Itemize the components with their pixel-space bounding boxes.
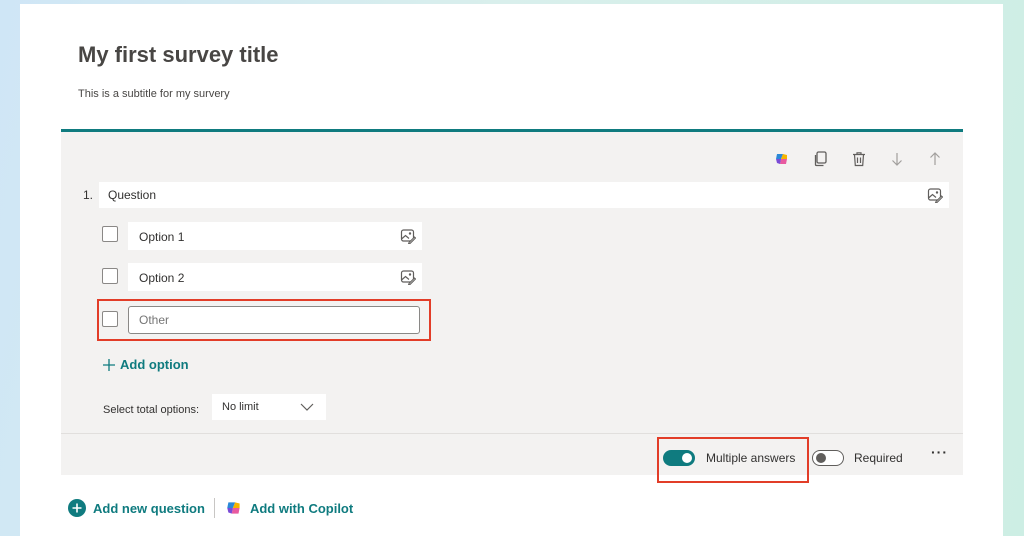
survey-title[interactable]: My first survey title <box>78 42 279 68</box>
highlight-multiple-answers <box>657 437 809 483</box>
option-1-checkbox[interactable] <box>102 226 118 242</box>
question-card[interactable]: 1. Question Option 1 Option 2 Other Add … <box>61 129 963 483</box>
copy-icon[interactable] <box>811 149 831 169</box>
option-1-media-icon[interactable] <box>400 228 417 245</box>
chevron-down-icon <box>300 403 314 411</box>
option-2-field[interactable]: Option 2 <box>128 263 422 291</box>
highlight-other-option <box>97 299 431 341</box>
survey-subtitle[interactable]: This is a subtitle for my survery <box>78 88 230 100</box>
add-with-copilot-label: Add with Copilot <box>249 500 354 516</box>
option-1-field[interactable]: Option 1 <box>128 222 422 250</box>
question-text: Question <box>108 188 157 202</box>
survey-canvas: My first survey title This is a subtitle… <box>20 4 1003 536</box>
add-with-copilot-button[interactable]: Add with Copilot <box>225 499 353 517</box>
divider <box>213 498 215 518</box>
required-label: Required <box>854 451 903 465</box>
question-number: 1. <box>83 188 94 202</box>
move-up-icon[interactable] <box>925 149 945 169</box>
add-new-question-label: Add new question <box>93 500 205 516</box>
option-2-checkbox[interactable] <box>102 268 118 284</box>
plus-icon <box>103 358 115 371</box>
copilot-icon <box>227 502 240 514</box>
move-down-icon[interactable] <box>887 149 907 169</box>
select-total-dropdown[interactable]: No limit <box>212 394 326 420</box>
add-new-question-button[interactable]: Add new question <box>68 499 205 517</box>
bottom-actions: Add new question Add with Copilot <box>68 498 353 518</box>
add-option-label: Add option <box>120 357 189 372</box>
add-circle-icon <box>68 499 86 517</box>
required-toggle[interactable] <box>812 450 844 466</box>
select-total-value: No limit <box>222 401 259 413</box>
insert-media-icon[interactable] <box>927 187 944 204</box>
question-text-field[interactable]: Question <box>99 182 949 208</box>
option-1-label: Option 1 <box>139 230 185 244</box>
delete-icon[interactable] <box>849 149 869 169</box>
copilot-icon[interactable] <box>772 149 792 169</box>
select-total-label: Select total options: <box>103 404 200 416</box>
more-options-icon[interactable]: ··· <box>931 444 948 460</box>
option-2-media-icon[interactable] <box>400 269 417 286</box>
add-option-button[interactable]: Add option <box>102 357 189 372</box>
option-2-label: Option 2 <box>139 271 185 285</box>
